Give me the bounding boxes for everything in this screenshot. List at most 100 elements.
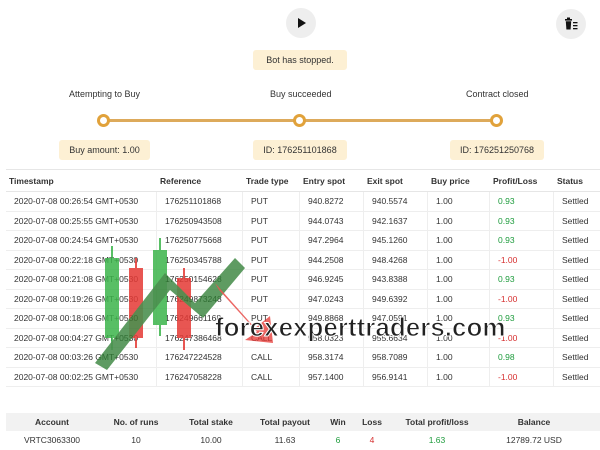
cell-buy-price: 1.00 [428, 348, 490, 368]
cell-entry-spot: 946.9245 [300, 270, 364, 290]
cell-timestamp: 2020-07-08 00:03:26 GMT+0530 [6, 348, 157, 368]
cell-trade-type: PUT [243, 309, 300, 329]
cell-profit-loss: 0.93 [490, 309, 554, 329]
cell-status: Settled [554, 270, 600, 290]
cell-exit-spot: 958.7089 [364, 348, 428, 368]
clear-stats-button[interactable] [556, 9, 586, 39]
table-row: 2020-07-08 00:24:54 GMT+0530 176250775668… [6, 231, 600, 251]
header-buy-price: Buy price [431, 175, 470, 186]
cell-exit-spot: 940.5574 [364, 192, 428, 212]
cell-profit-loss: 0.93 [490, 211, 554, 231]
buy-id-info: ID: 176251101868 [253, 140, 347, 160]
cell-buy-price: 1.00 [428, 250, 490, 270]
transactions-table: Timestamp Reference Trade type Entry spo… [6, 169, 600, 387]
cell-profit-loss: 0.93 [490, 192, 554, 212]
cell-status: Settled [554, 329, 600, 348]
cell-exit-spot: 945.1260 [364, 231, 428, 251]
summary-account: VRTC3063300 [23, 435, 81, 445]
table-row: 2020-07-08 00:18:06 GMT+0530 176249661168… [6, 309, 600, 329]
cell-trade-type: PUT [243, 231, 300, 251]
header-trade-type: Trade type [246, 175, 289, 186]
cell-profit-loss: 0.98 [490, 348, 554, 368]
summary-win: 6 [335, 435, 341, 445]
cell-reference: 176250154628 [157, 270, 243, 290]
summary-row: VRTC3063300 10 10.00 11.63 6 4 1.63 1278… [6, 431, 600, 449]
cell-entry-spot: 947.2964 [300, 231, 364, 251]
cell-trade-type: CALL [243, 348, 300, 368]
table-row: 2020-07-08 00:22:18 GMT+0530 176250345788… [6, 250, 600, 270]
cell-reference: 176250775668 [157, 231, 243, 251]
cell-timestamp: 2020-07-08 00:04:27 GMT+0530 [6, 328, 157, 348]
cell-reference: 176250943508 [157, 211, 243, 231]
cell-entry-spot: 947.0243 [300, 289, 364, 309]
cell-profit-loss: -1.00 [490, 328, 554, 348]
cell-reference: 176247386468 [157, 328, 243, 348]
step-dot-contract-closed [490, 114, 503, 127]
cell-profit-loss: 0.93 [490, 270, 554, 290]
cell-profit-loss: 0.93 [490, 231, 554, 251]
run-bot-button[interactable] [286, 8, 316, 38]
bot-status-message: Bot has stopped. [253, 50, 347, 70]
cell-status: Settled [554, 231, 600, 251]
summary-payout: 11.63 [274, 435, 296, 445]
cell-profit-loss: -1.00 [490, 289, 554, 309]
cell-timestamp: 2020-07-08 00:19:26 GMT+0530 [6, 289, 157, 309]
table-row: 2020-07-08 00:25:55 GMT+0530 176250943508… [6, 211, 600, 231]
play-icon [298, 18, 306, 28]
buy-amount-info: Buy amount: 1.00 [59, 140, 150, 160]
cell-status: Settled [554, 251, 600, 270]
cell-status: Settled [554, 368, 600, 387]
header-status: Status [557, 175, 583, 186]
cell-trade-type: PUT [243, 211, 300, 231]
cell-timestamp: 2020-07-08 00:18:06 GMT+0530 [6, 309, 157, 329]
cell-status: Settled [554, 309, 600, 329]
cell-buy-price: 1.00 [428, 367, 490, 387]
cell-entry-spot: 944.2508 [300, 250, 364, 270]
summary-header-win: Win [330, 417, 346, 427]
summary-runs: 10 [131, 435, 141, 445]
cell-trade-type: PUT [243, 289, 300, 309]
cell-timestamp: 2020-07-08 00:02:25 GMT+0530 [6, 367, 157, 387]
cell-buy-price: 1.00 [428, 270, 490, 290]
cell-status: Settled [554, 348, 600, 368]
header-timestamp: Timestamp [9, 175, 54, 186]
cell-entry-spot: 944.0743 [300, 211, 364, 231]
cell-buy-price: 1.00 [428, 328, 490, 348]
cell-buy-price: 1.00 [428, 309, 490, 329]
cell-timestamp: 2020-07-08 00:26:54 GMT+0530 [6, 192, 157, 212]
summary-stake: 10.00 [200, 435, 222, 445]
cell-exit-spot: 956.9141 [364, 367, 428, 387]
table-row: 2020-07-08 00:03:26 GMT+0530 176247224528… [6, 348, 600, 368]
cell-exit-spot: 948.4268 [364, 250, 428, 270]
summary-header-loss: Loss [362, 417, 382, 427]
cell-buy-price: 1.00 [428, 231, 490, 251]
cell-status: Settled [554, 212, 600, 231]
contract-id-info: ID: 176251250768 [450, 140, 544, 160]
step-dot-buy-succeeded [293, 114, 306, 127]
header-exit-spot: Exit spot [367, 175, 403, 186]
cell-reference: 176250345788 [157, 250, 243, 270]
table-row: 2020-07-08 00:04:27 GMT+0530 176247386468… [6, 328, 600, 348]
cell-timestamp: 2020-07-08 00:22:18 GMT+0530 [6, 250, 157, 270]
cell-timestamp: 2020-07-08 00:25:55 GMT+0530 [6, 211, 157, 231]
table-row: 2020-07-08 00:21:08 GMT+0530 176250154628… [6, 270, 600, 290]
summary-total-pl: 1.63 [428, 435, 446, 445]
cell-trade-type: CALL [243, 367, 300, 387]
cell-exit-spot: 947.0591 [364, 309, 428, 329]
header-reference: Reference [160, 175, 202, 186]
cell-profit-loss: -1.00 [490, 250, 554, 270]
step-dot-attempting [97, 114, 110, 127]
cell-exit-spot: 943.8388 [364, 270, 428, 290]
table-row: 2020-07-08 00:02:25 GMT+0530 176247058228… [6, 367, 600, 387]
cell-entry-spot: 958.3174 [300, 348, 364, 368]
table-row: 2020-07-08 00:26:54 GMT+0530 176251101868… [6, 192, 600, 212]
summary-header: Account No. of runs Total stake Total pa… [6, 413, 600, 431]
summary-header-account: Account [35, 417, 69, 427]
header-entry-spot: Entry spot [303, 175, 346, 186]
cell-entry-spot: 958.0323 [300, 328, 364, 348]
header-profit-loss: Profit/Loss [493, 175, 538, 186]
cell-entry-spot: 940.8272 [300, 192, 364, 212]
summary-loss: 4 [369, 435, 375, 445]
cell-buy-price: 1.00 [428, 211, 490, 231]
step-label-attempting: Attempting to Buy [69, 89, 141, 99]
